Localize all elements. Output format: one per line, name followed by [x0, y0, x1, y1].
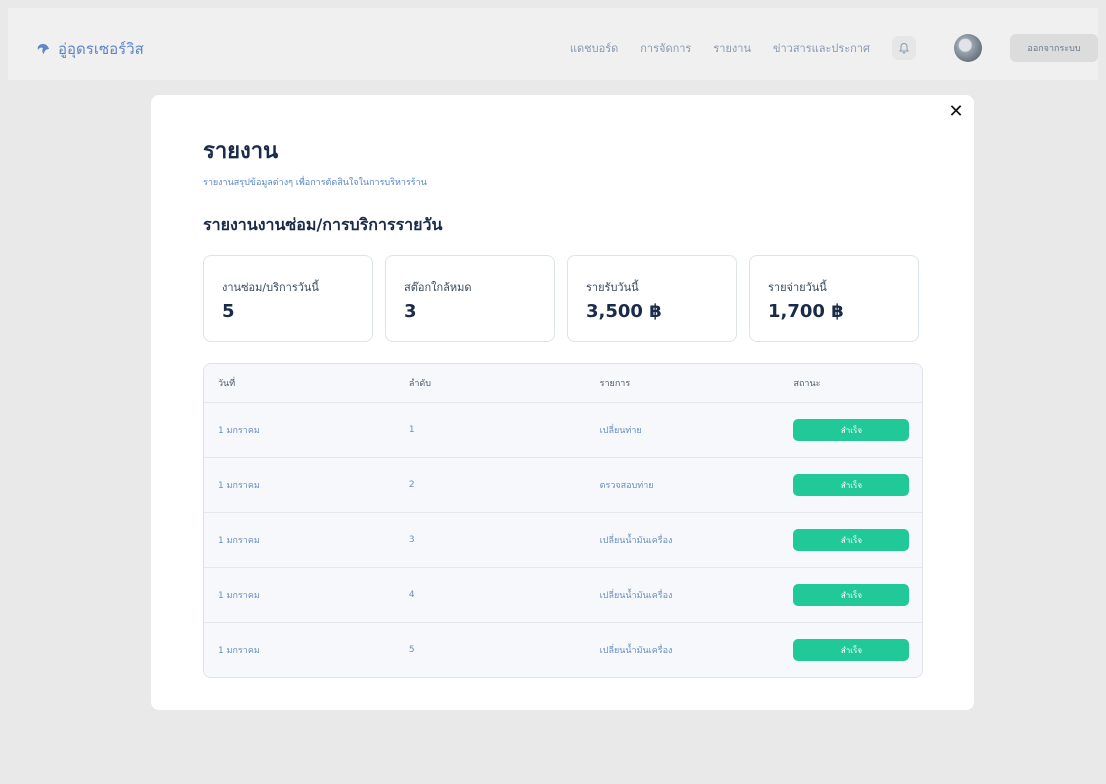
- column-header-status: สถานะ: [793, 379, 821, 389]
- avatar[interactable]: [954, 34, 982, 62]
- card-today-income: รายรับวันนี้ 3,500 ฿: [567, 255, 737, 342]
- card-value: 3: [404, 301, 417, 322]
- status-badge[interactable]: สำเร็จ: [793, 639, 910, 661]
- column-header-date: วันที่: [218, 379, 236, 389]
- card-label: งานซ่อม/บริการวันนี้: [222, 281, 319, 294]
- cell-order: 4: [408, 590, 415, 600]
- nav-item-management[interactable]: การจัดการ: [640, 39, 691, 57]
- column-header-item: รายการ: [599, 379, 631, 389]
- cell-item: เปลี่ยนท่าย: [599, 426, 642, 436]
- close-button[interactable]: ✕: [946, 100, 966, 122]
- nav-item-dashboard[interactable]: แดชบอร์ด: [570, 39, 618, 57]
- brand[interactable]: อู่อุดรเซอร์วิส: [36, 37, 144, 61]
- status-badge[interactable]: สำเร็จ: [793, 584, 910, 606]
- cell-item: ตรวจสอบท่าย: [599, 481, 654, 491]
- table-row: 1 มกราคม 1 เปลี่ยนท่าย สำเร็จ: [204, 403, 922, 458]
- brand-name: อู่อุดรเซอร์วิส: [58, 40, 144, 58]
- cell-date: 1 มกราคม: [218, 481, 260, 491]
- status-badge[interactable]: สำเร็จ: [793, 474, 910, 496]
- cell-order: 1: [408, 425, 415, 435]
- wave-icon: [37, 44, 49, 54]
- cell-date: 1 มกราคม: [218, 536, 260, 546]
- cell-order: 5: [408, 645, 415, 655]
- card-today-jobs: งานซ่อม/บริการวันนี้ 5: [203, 255, 373, 342]
- card-label: รายรับวันนี้: [586, 281, 639, 294]
- cell-item: เปลี่ยนน้ำมันเครื่อง: [599, 591, 673, 601]
- summary-cards: งานซ่อม/บริการวันนี้ 5 สต๊อกใกล้หมด 3 รา…: [203, 255, 919, 342]
- cell-order: 2: [408, 480, 415, 490]
- close-icon: ✕: [948, 100, 964, 122]
- cell-date: 1 มกราคม: [218, 591, 260, 601]
- status-badge[interactable]: สำเร็จ: [793, 529, 910, 551]
- table-row: 1 มกราคม 2 ตรวจสอบท่าย สำเร็จ: [204, 458, 922, 513]
- nav-item-news[interactable]: ข่าวสารและประกาศ: [773, 39, 870, 57]
- card-value: 1,700 ฿: [768, 301, 844, 322]
- table-row: 1 มกราคม 5 เปลี่ยนน้ำมันเครื่อง สำเร็จ: [204, 623, 922, 677]
- report-modal: ✕ รายงาน รายงานสรุปข้อมูลต่างๆ เพื่อการต…: [151, 95, 974, 710]
- cell-order: 3: [408, 535, 415, 545]
- notification-button[interactable]: [892, 36, 916, 60]
- nav-item-reports[interactable]: รายงาน: [713, 39, 751, 57]
- logout-button[interactable]: ออกจากระบบ: [1010, 34, 1098, 62]
- card-label: รายจ่ายวันนี้: [768, 281, 827, 294]
- bell-icon: [899, 42, 909, 54]
- cell-date: 1 มกราคม: [218, 426, 260, 436]
- top-nav-bar: อู่อุดรเซอร์วิส แดชบอร์ด การจัดการ รายงา…: [8, 8, 1098, 80]
- page-subtitle: รายงานสรุปข้อมูลต่างๆ เพื่อการตัดสินใจใน…: [203, 178, 427, 188]
- column-header-order: ลำดับ: [408, 379, 431, 389]
- cell-date: 1 มกราคม: [218, 646, 260, 656]
- card-value: 3,500 ฿: [586, 301, 662, 322]
- table-row: 1 มกราคม 3 เปลี่ยนน้ำมันเครื่อง สำเร็จ: [204, 513, 922, 568]
- card-today-expense: รายจ่ายวันนี้ 1,700 ฿: [749, 255, 919, 342]
- cell-item: เปลี่ยนน้ำมันเครื่อง: [599, 536, 673, 546]
- table-row: 1 มกราคม 4 เปลี่ยนน้ำมันเครื่อง สำเร็จ: [204, 568, 922, 623]
- table-header: วันที่ ลำดับ รายการ สถานะ: [204, 364, 922, 403]
- main-nav: แดชบอร์ด การจัดการ รายงาน ข่าวสารและประก…: [570, 39, 870, 57]
- card-label: สต๊อกใกล้หมด: [404, 281, 472, 294]
- section-title: รายงานงานซ่อม/การบริการรายวัน: [203, 215, 443, 234]
- page-title: รายงาน: [203, 139, 279, 164]
- cell-item: เปลี่ยนน้ำมันเครื่อง: [599, 646, 673, 656]
- card-low-stock: สต๊อกใกล้หมด 3: [385, 255, 555, 342]
- report-table: วันที่ ลำดับ รายการ สถานะ 1 มกราคม 1 เปล…: [203, 363, 923, 678]
- status-badge[interactable]: สำเร็จ: [793, 419, 910, 441]
- card-value: 5: [222, 301, 235, 322]
